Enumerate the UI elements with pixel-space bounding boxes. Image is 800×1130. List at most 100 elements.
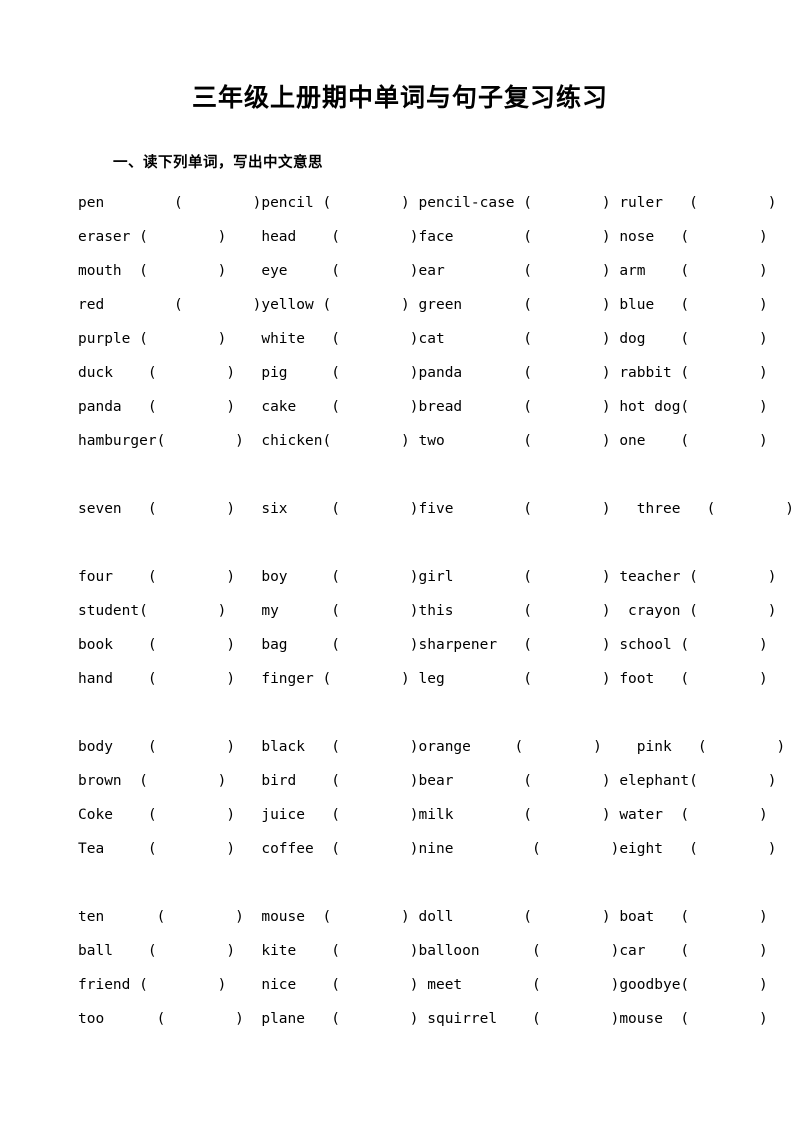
answer-blank[interactable]: ( ) (331, 399, 418, 415)
answer-blank[interactable]: ( ) (139, 263, 226, 279)
answer-blank[interactable]: ( ) (331, 501, 418, 517)
answer-blank[interactable]: ( ) (532, 841, 619, 857)
answer-blank[interactable]: ( ) (523, 569, 610, 585)
vocab-word: hamburger (78, 433, 157, 449)
vocab-cell: elephant( ) (619, 764, 794, 798)
answer-blank[interactable]: ( ) (331, 807, 418, 823)
answer-blank[interactable]: ( ) (532, 977, 619, 993)
answer-blank[interactable]: ( ) (523, 331, 610, 347)
vocab-word: plane (261, 1011, 332, 1027)
answer-blank[interactable]: ( ) (523, 807, 610, 823)
answer-blank[interactable]: ( ) (523, 297, 610, 313)
answer-blank[interactable]: ( ) (523, 365, 610, 381)
answer-blank[interactable]: ( ) (139, 603, 226, 619)
answer-blank[interactable]: ( ) (523, 501, 610, 517)
answer-blank[interactable]: ( ) (148, 399, 235, 415)
answer-blank[interactable]: ( ) (680, 977, 767, 993)
answer-blank[interactable]: ( ) (322, 433, 409, 449)
answer-blank[interactable]: ( ) (515, 739, 602, 755)
answer-blank[interactable]: ( ) (148, 841, 235, 857)
answer-blank[interactable]: ( ) (139, 331, 226, 347)
answer-blank[interactable]: ( ) (322, 671, 409, 687)
answer-blank[interactable]: ( ) (523, 433, 610, 449)
answer-blank[interactable]: ( ) (331, 603, 418, 619)
answer-blank[interactable]: ( ) (523, 263, 610, 279)
answer-blank[interactable]: ( ) (148, 739, 235, 755)
answer-blank[interactable]: ( ) (157, 1011, 244, 1027)
answer-blank[interactable]: ( ) (322, 297, 409, 313)
answer-blank[interactable]: ( ) (680, 909, 767, 925)
answer-blank[interactable]: ( ) (523, 195, 610, 211)
answer-blank[interactable]: ( ) (331, 1011, 418, 1027)
answer-blank[interactable]: ( ) (157, 909, 244, 925)
answer-blank[interactable]: ( ) (523, 399, 610, 415)
answer-blank[interactable]: ( ) (680, 399, 767, 415)
answer-blank[interactable]: ( ) (689, 569, 776, 585)
answer-blank[interactable]: ( ) (523, 603, 610, 619)
vocab-word: Tea (78, 841, 148, 857)
answer-blank[interactable]: ( ) (523, 909, 610, 925)
answer-blank[interactable]: ( ) (331, 263, 418, 279)
answer-blank[interactable]: ( ) (680, 297, 767, 313)
answer-blank[interactable]: ( ) (689, 841, 776, 857)
answer-blank[interactable]: ( ) (680, 943, 767, 959)
answer-blank[interactable]: ( ) (680, 365, 767, 381)
vocab-cell: eye ( ) (261, 254, 418, 288)
answer-blank[interactable]: ( ) (331, 841, 418, 857)
answer-blank[interactable]: ( ) (331, 739, 418, 755)
answer-blank[interactable]: ( ) (322, 195, 409, 211)
vocab-cell: five ( ) (419, 492, 620, 526)
answer-blank[interactable]: ( ) (680, 671, 767, 687)
answer-blank[interactable]: ( ) (331, 229, 418, 245)
answer-blank[interactable]: ( ) (139, 229, 226, 245)
answer-blank[interactable]: ( ) (680, 433, 767, 449)
table-row: Coke ( ) juice ( ) milk ( ) water ( ) (78, 798, 794, 832)
answer-blank[interactable]: ( ) (523, 773, 610, 789)
vocab-word: bag (261, 637, 332, 653)
answer-blank[interactable]: ( ) (148, 807, 235, 823)
answer-blank[interactable]: ( ) (680, 229, 767, 245)
answer-blank[interactable]: ( ) (689, 773, 776, 789)
answer-blank[interactable]: ( ) (148, 637, 235, 653)
answer-blank[interactable]: ( ) (148, 943, 235, 959)
answer-blank[interactable]: ( ) (689, 195, 776, 211)
answer-blank[interactable]: ( ) (139, 773, 226, 789)
answer-blank[interactable]: ( ) (680, 263, 767, 279)
answer-blank[interactable]: ( ) (523, 229, 610, 245)
answer-blank[interactable]: ( ) (157, 433, 244, 449)
answer-blank[interactable]: ( ) (523, 671, 610, 687)
answer-blank[interactable]: ( ) (532, 943, 619, 959)
answer-blank[interactable]: ( ) (680, 331, 767, 347)
vocab-word: two (418, 433, 524, 449)
answer-blank[interactable]: ( ) (174, 195, 261, 211)
answer-blank[interactable]: ( ) (680, 637, 767, 653)
answer-blank[interactable]: ( ) (707, 501, 794, 517)
answer-blank[interactable]: ( ) (698, 739, 785, 755)
answer-blank[interactable]: ( ) (331, 365, 418, 381)
answer-blank[interactable]: ( ) (148, 365, 235, 381)
answer-blank[interactable]: ( ) (331, 569, 418, 585)
answer-blank[interactable]: ( ) (680, 807, 767, 823)
answer-blank[interactable]: ( ) (680, 1011, 767, 1027)
vocab-word: water (619, 807, 681, 823)
answer-blank[interactable]: ( ) (331, 977, 418, 993)
answer-blank[interactable]: ( ) (174, 297, 261, 313)
vocab-cell: meet ( ) (419, 968, 619, 1002)
answer-blank[interactable]: ( ) (148, 501, 235, 517)
vocabulary-table: pen ( ) pencil ( ) pencil-case ( ) ruler ( … (78, 186, 794, 1036)
answer-blank[interactable]: ( ) (148, 671, 235, 687)
answer-blank[interactable]: ( ) (331, 637, 418, 653)
answer-blank[interactable]: ( ) (532, 1011, 619, 1027)
answer-blank[interactable]: ( ) (331, 943, 418, 959)
answer-blank[interactable]: ( ) (148, 569, 235, 585)
vocab-cell: teacher ( ) (619, 560, 794, 594)
answer-blank[interactable]: ( ) (139, 977, 226, 993)
vocab-cell: nice ( ) (261, 968, 418, 1002)
answer-blank[interactable]: ( ) (689, 603, 776, 619)
answer-blank[interactable]: ( ) (523, 637, 610, 653)
answer-blank[interactable]: ( ) (331, 773, 418, 789)
answer-blank[interactable]: ( ) (331, 331, 418, 347)
answer-blank[interactable]: ( ) (322, 909, 409, 925)
table-row: hand ( ) finger ( ) leg ( ) foot ( ) (78, 662, 794, 696)
vocab-cell: four ( ) (78, 560, 261, 594)
